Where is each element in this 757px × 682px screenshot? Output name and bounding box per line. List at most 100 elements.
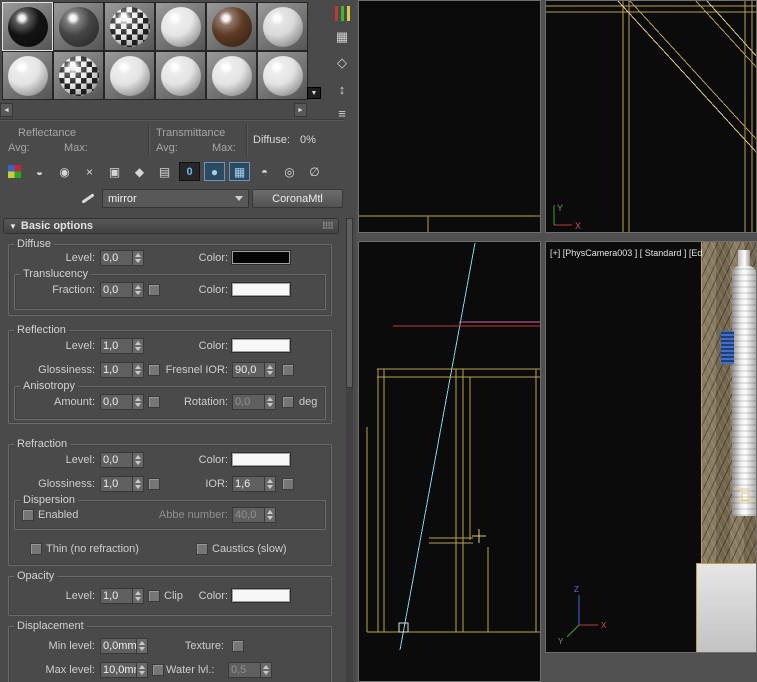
- material-sample-slot[interactable]: [155, 2, 206, 51]
- refraction-group-title: Refraction: [14, 438, 71, 450]
- material-sample-slot[interactable]: [104, 51, 155, 100]
- water-level-checkbox[interactable]: [152, 664, 164, 676]
- show-shaded-in-viewport-icon[interactable]: ●: [204, 162, 225, 181]
- material-sphere: [263, 56, 303, 96]
- ior-map-button[interactable]: [282, 478, 294, 490]
- material-sample-slot[interactable]: [155, 51, 206, 100]
- spinner-arrows[interactable]: [264, 363, 275, 377]
- max-level-spinner[interactable]: 10,0mm: [100, 662, 148, 678]
- spinner-arrows[interactable]: [132, 453, 143, 467]
- anisotropy-amount-map-button[interactable]: [148, 396, 160, 408]
- ior-spinner[interactable]: 1,6: [232, 476, 276, 492]
- diffuse-percent-value: 0%: [300, 134, 316, 146]
- abbe-number-spinner[interactable]: 40,0: [232, 507, 276, 523]
- material-sample-slot[interactable]: [206, 51, 257, 100]
- put-to-library-icon[interactable]: ▤: [154, 162, 175, 181]
- assign-material-to-selection-icon[interactable]: ◉: [54, 162, 75, 181]
- abbe-number-value: 40,0: [235, 509, 257, 521]
- rotation-map-button[interactable]: [282, 396, 294, 408]
- rotation-spinner[interactable]: 0,0: [232, 394, 276, 410]
- reflection-color-swatch[interactable]: [232, 339, 290, 352]
- spinner-arrows[interactable]: [132, 283, 143, 297]
- refraction-glossiness-map-button[interactable]: [148, 478, 160, 490]
- palette-scroll-right-button[interactable]: ►: [294, 103, 307, 117]
- spinner-arrows[interactable]: [132, 363, 143, 377]
- diffuse-level-spinner[interactable]: 0,0: [100, 250, 144, 266]
- spinner-arrows[interactable]: [264, 508, 275, 522]
- put-material-to-scene-icon[interactable]: ◒: [29, 162, 50, 181]
- material-sample-slot[interactable]: [104, 2, 155, 51]
- fraction-spinner[interactable]: 0,0: [100, 282, 144, 298]
- 3dsmax-window: ▼ ◄ ► ▦ ◇ ↕ ≡ Reflectance Avg: Max: Tran…: [0, 0, 757, 682]
- pick-from-object-icon[interactable]: ∅: [304, 162, 325, 181]
- palette-more-button[interactable]: ▼: [307, 87, 321, 99]
- viewport-top-left[interactable]: [358, 0, 541, 233]
- material-sample-slot[interactable]: [2, 2, 53, 51]
- basic-options-rollout-header[interactable]: ▼ Basic options ⠿⠿: [3, 218, 339, 234]
- make-unique-icon[interactable]: ◆: [129, 162, 150, 181]
- thin-refraction-checkbox[interactable]: [30, 543, 42, 555]
- show-end-result-icon[interactable]: ▦: [229, 162, 250, 181]
- spinner-arrows[interactable]: [136, 639, 147, 653]
- refraction-glossiness-label: Glossiness:: [38, 478, 95, 490]
- go-to-parent-icon[interactable]: ◓: [254, 162, 275, 181]
- spinner-arrows[interactable]: [264, 477, 275, 491]
- material-sample-slot[interactable]: [53, 2, 104, 51]
- translucency-color-swatch[interactable]: [232, 283, 290, 296]
- spinner-arrows[interactable]: [132, 477, 143, 491]
- video-color-check-icon[interactable]: ↕: [331, 78, 353, 100]
- material-id-channel-icon[interactable]: 0: [179, 162, 200, 181]
- material-name-dropdown[interactable]: mirror: [102, 189, 249, 208]
- reflection-glossiness-spinner[interactable]: 1,0: [100, 362, 144, 378]
- anisotropy-amount-spinner[interactable]: 0,0: [100, 394, 144, 410]
- fresnel-ior-spinner[interactable]: 90,0: [232, 362, 276, 378]
- caustics-checkbox[interactable]: [196, 543, 208, 555]
- translucency-group-title: Translucency: [20, 268, 92, 280]
- pick-material-eyedropper-icon[interactable]: [78, 190, 96, 208]
- spinner-arrows[interactable]: [264, 395, 275, 409]
- material-type-button[interactable]: CoronaMtl: [252, 189, 343, 208]
- diffuse-color-swatch[interactable]: [232, 251, 290, 264]
- spinner-arrows[interactable]: [132, 395, 143, 409]
- reset-material-icon[interactable]: ×: [79, 162, 100, 181]
- material-sample-slot[interactable]: [53, 51, 104, 100]
- material-sample-slot[interactable]: [257, 51, 308, 100]
- refraction-color-swatch[interactable]: [232, 453, 290, 466]
- reflection-level-spinner[interactable]: 1,0: [100, 338, 144, 354]
- go-forward-sibling-icon[interactable]: ◎: [279, 162, 300, 181]
- spinner-arrows[interactable]: [132, 339, 143, 353]
- fresnel-ior-map-button[interactable]: [282, 364, 294, 376]
- viewport-bottom-left[interactable]: [358, 241, 541, 682]
- panel-scrollbar[interactable]: [346, 218, 353, 682]
- reflection-glossiness-value: 1,0: [103, 364, 119, 376]
- material-navigator-icon[interactable]: ≡: [331, 102, 353, 124]
- spinner-arrows[interactable]: [136, 663, 147, 677]
- displacement-texture-map-button[interactable]: [232, 640, 244, 652]
- get-material-icon[interactable]: [4, 162, 25, 181]
- dispersion-enabled-checkbox[interactable]: [22, 509, 34, 521]
- refraction-glossiness-spinner[interactable]: 1,0: [100, 476, 144, 492]
- make-material-copy-icon[interactable]: ▣: [104, 162, 125, 181]
- viewport-top-right[interactable]: X Y: [545, 0, 757, 233]
- fraction-map-button[interactable]: [148, 284, 160, 296]
- sample-uv-tiling-icon[interactable]: ◇: [331, 52, 353, 74]
- scrollbar-thumb[interactable]: [346, 218, 353, 388]
- viewport-camera[interactable]: [+] [PhysCamera003 ] [ Standard ] [Edged…: [545, 241, 757, 653]
- material-sample-slot[interactable]: [257, 2, 308, 51]
- material-sample-slot[interactable]: [206, 2, 257, 51]
- sample-type-icon[interactable]: [331, 2, 353, 24]
- opacity-color-swatch[interactable]: [232, 589, 290, 602]
- spinner-arrows[interactable]: [260, 663, 271, 677]
- backlight-icon[interactable]: ▦: [331, 26, 353, 48]
- opacity-clip-checkbox[interactable]: [148, 590, 160, 602]
- fraction-value: 0,0: [103, 284, 119, 296]
- material-sample-slot[interactable]: [2, 51, 53, 100]
- refraction-level-spinner[interactable]: 0,0: [100, 452, 144, 468]
- water-level-spinner[interactable]: 0,5: [228, 662, 272, 678]
- palette-scroll-left-button[interactable]: ◄: [0, 103, 13, 117]
- spinner-arrows[interactable]: [132, 589, 143, 603]
- opacity-level-spinner[interactable]: 1,0: [100, 588, 144, 604]
- spinner-arrows[interactable]: [132, 251, 143, 265]
- reflection-glossiness-map-button[interactable]: [148, 364, 160, 376]
- min-level-spinner[interactable]: 0,0mm: [100, 638, 148, 654]
